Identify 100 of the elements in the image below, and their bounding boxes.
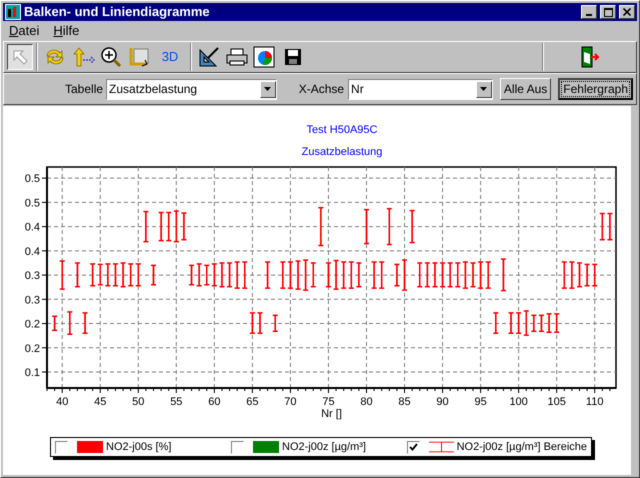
close-icon [623,8,631,16]
legend-label: NO2-j00s [%] [106,440,172,455]
error-bar [516,312,522,334]
arrows-icon [71,46,95,68]
y-tick-label: 0.5 [24,173,40,186]
legend-checkbox[interactable] [55,440,68,454]
error-bar [524,310,529,336]
x-tick-label: 75 [322,396,335,408]
error-bar [265,261,270,289]
table-dropdown[interactable]: Zusatzbelastung [106,78,277,100]
legend-checkbox[interactable] [407,440,420,454]
zoom-in-icon [100,46,122,68]
check-icon [408,443,418,451]
error-bar [607,212,612,240]
error-bar [120,262,126,288]
error-bar [128,263,134,286]
error-bar [280,261,286,289]
maximize-icon [604,8,612,16]
y-tick-label: 0.4 [24,246,40,258]
x-tick-label: 95 [474,396,487,408]
error-bar [143,210,148,242]
y-tick-label: 0.2 [24,318,40,331]
error-bar [334,260,339,290]
error-bar [478,261,484,289]
view-3d-button[interactable]: 3D [153,43,187,71]
x-tick-label: 105 [547,396,566,408]
error-bar [364,208,369,244]
x-tick-label: 110 [586,396,604,408]
error-bar [310,262,316,288]
error-bar [151,264,156,286]
error-bar [158,212,164,242]
x-tick-label: 85 [398,396,411,408]
error-bar [196,263,202,286]
error-bar [356,262,362,288]
exit-door-icon [580,46,600,68]
error-bar [227,262,232,288]
error-bar [402,259,408,291]
error-bar [410,210,415,244]
y-tick-label: 0.4 [24,222,40,234]
chart-subtitle: Zusatzbelastung [302,145,382,159]
x-tick-label: 90 [436,396,449,408]
error-bar [546,313,552,334]
error-bar [462,261,468,289]
legend-label: NO2-j00z [µg/m³] Bereiche [456,440,587,455]
error-bar [562,261,567,289]
error-bar [584,264,590,286]
pie-chart-icon [253,46,277,68]
error-bar [576,262,582,288]
error-bar [455,262,460,288]
minimize-button[interactable] [581,5,597,19]
arrow-pointer-icon [11,48,29,66]
error-bar [258,312,262,334]
action-button[interactable]: Alle Aus [500,78,552,100]
error-bar [569,261,574,289]
menu-item[interactable]: Datei [9,21,40,41]
x-axis-dropdown[interactable]: Nr [348,78,493,100]
error-bar [174,210,179,242]
error-bar [250,312,255,334]
error-bar [372,261,377,289]
error-bar [136,263,141,286]
error-bar [341,261,346,289]
y-tick-label: 0.5 [24,197,40,210]
error-bar [181,212,186,240]
close-button[interactable] [619,5,635,19]
menu-item[interactable]: Hilfe [53,21,80,41]
error-bar [60,260,65,290]
action-button[interactable]: Fehlergraph [558,78,633,100]
minimize-icon [586,14,592,16]
error-bar [470,262,476,288]
x-axis-label: X-Achse [298,81,344,98]
error-bar [303,259,308,291]
pointer-button[interactable] [7,44,33,70]
error-bar [486,261,491,289]
error-bar [493,312,498,334]
error-bar [432,262,438,288]
error-bar [500,258,506,292]
error-bar [112,263,118,286]
error-bar [379,261,384,289]
error-bar [440,262,446,288]
maximize-button[interactable] [600,5,616,19]
error-bar [288,261,293,289]
y-tick-label: 0.2 [24,342,40,355]
x-tick-label: 80 [360,396,373,408]
error-bar [105,263,110,286]
printer-icon [225,47,249,67]
error-bar [348,261,354,289]
error-bar [296,260,301,290]
x-tick-label: 40 [56,396,68,408]
window-title: Balken- und Liniendiagramme [24,3,211,22]
y-tick-label: 0.1 [24,367,40,379]
x-tick-label: 70 [284,396,297,408]
x-tick-label: 65 [246,396,259,408]
error-bar [74,262,80,288]
legend-checkbox[interactable] [231,440,244,454]
legend-label: NO2-j00z [µg/m³] [282,440,366,455]
error-bar [326,262,331,288]
error-bar [212,263,217,286]
error-bar [234,261,240,289]
error-bar [242,261,248,289]
error-bar [448,262,453,288]
